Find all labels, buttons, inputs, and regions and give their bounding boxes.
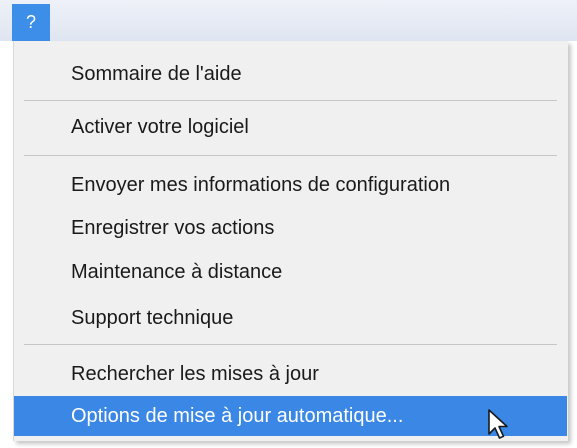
menu-item-label: Support technique xyxy=(71,306,234,329)
menu-item-activate-software[interactable]: Activer votre logiciel xyxy=(14,107,567,147)
help-dropdown-menu: Sommaire de l'aide Activer votre logicie… xyxy=(13,41,568,441)
menu-item-label: Activer votre logiciel xyxy=(71,115,249,138)
menu-item-label: Rechercher les mises à jour xyxy=(71,362,319,385)
menu-item-send-configuration[interactable]: Envoyer mes informations de configuratio… xyxy=(14,165,567,205)
menu-item-label: Sommaire de l'aide xyxy=(71,62,242,85)
menu-item-auto-update-options[interactable]: Options de mise à jour automatique... xyxy=(14,396,567,436)
menu-bar: ? xyxy=(0,0,577,41)
help-menu-label: ? xyxy=(25,12,36,32)
menu-item-label: Maintenance à distance xyxy=(71,260,283,283)
menu-separator xyxy=(24,344,557,345)
menu-separator xyxy=(24,100,557,101)
menu-item-label: Envoyer mes informations de configuratio… xyxy=(71,173,451,196)
menu-separator xyxy=(24,155,557,156)
menu-item-label: Options de mise à jour automatique... xyxy=(71,404,404,427)
menu-item-help-contents[interactable]: Sommaire de l'aide xyxy=(14,54,567,94)
menu-item-check-updates[interactable]: Rechercher les mises à jour xyxy=(14,354,567,394)
menu-item-technical-support[interactable]: Support technique xyxy=(14,298,567,338)
menu-item-label: Enregistrer vos actions xyxy=(71,216,275,239)
menu-item-record-actions[interactable]: Enregistrer vos actions xyxy=(14,208,567,248)
mouse-pointer-icon xyxy=(488,409,508,439)
help-menu[interactable]: ? xyxy=(12,4,50,41)
menu-item-remote-maintenance[interactable]: Maintenance à distance xyxy=(14,252,567,292)
